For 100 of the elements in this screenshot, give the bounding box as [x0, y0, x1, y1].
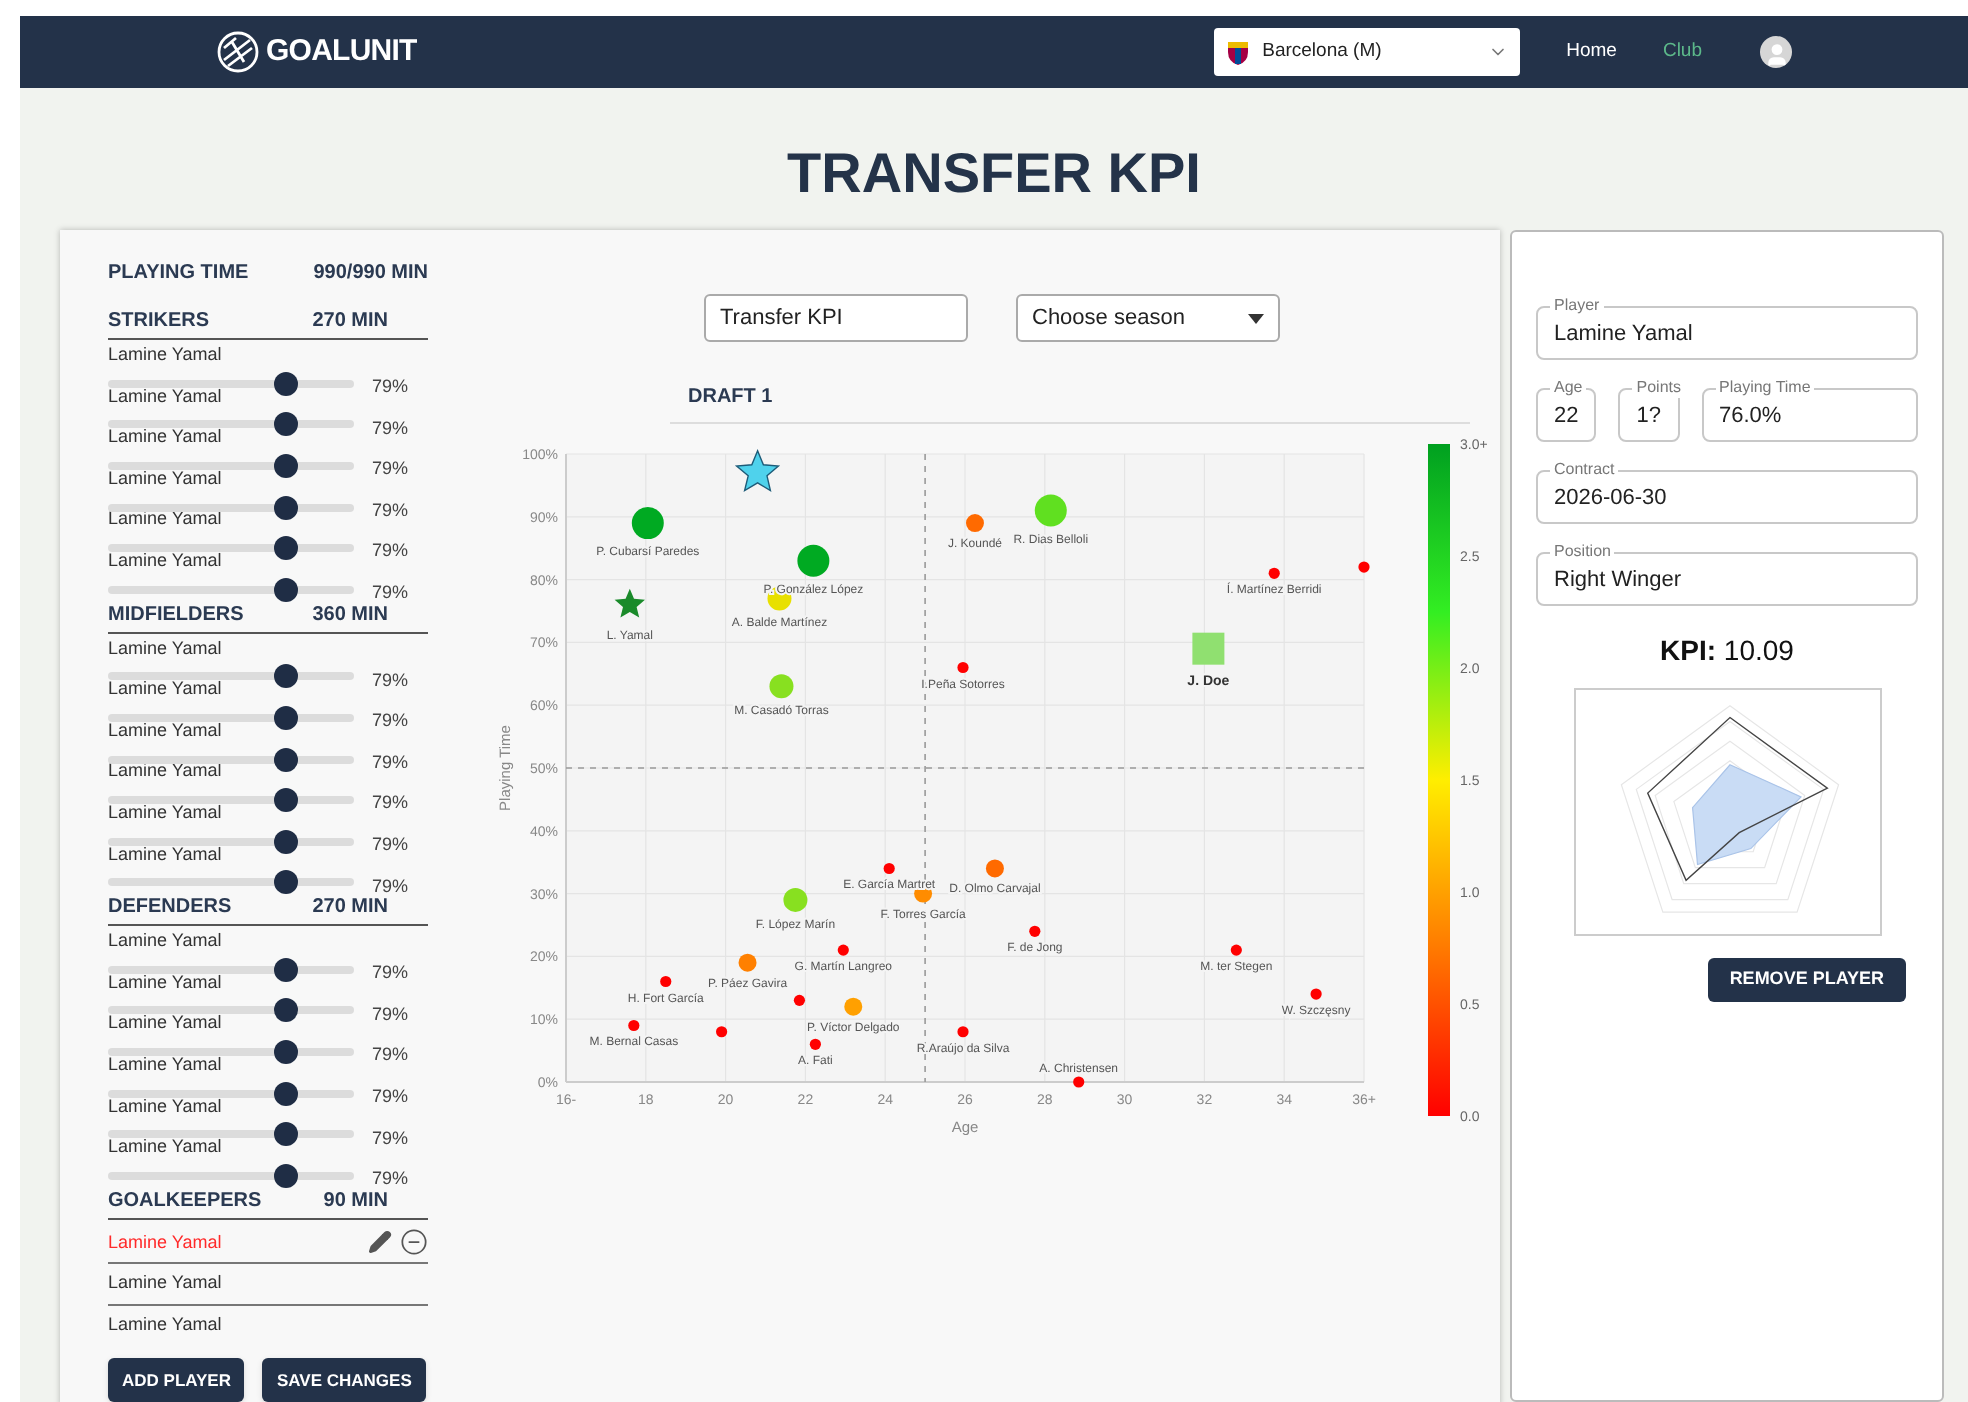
group-title: STRIKERS — [108, 308, 210, 336]
data-point[interactable] — [1268, 567, 1280, 579]
slider-thumb[interactable] — [273, 747, 298, 771]
goalkeeper-row[interactable]: Lamine Yamal — [108, 1305, 428, 1347]
slider-thumb[interactable] — [273, 371, 298, 396]
data-point[interactable] — [660, 975, 672, 988]
data-point[interactable] — [957, 1026, 969, 1038]
player-name: Lamine Yamal — [108, 930, 222, 953]
data-point[interactable] — [716, 1026, 728, 1038]
name-field[interactable]: Transfer KPI — [704, 294, 968, 342]
data-point[interactable] — [793, 994, 805, 1006]
data-point[interactable] — [883, 862, 895, 875]
percent-value: 79% — [372, 415, 409, 442]
goalkeeper-row[interactable]: Lamine Yamal — [108, 1264, 428, 1306]
group-title: GOALKEEPERS — [108, 1187, 262, 1216]
slider-thumb[interactable] — [273, 1040, 298, 1065]
player-name: Lamine Yamal — [108, 843, 222, 866]
ball-logo-icon — [216, 30, 260, 74]
square-marker[interactable] — [1192, 632, 1225, 665]
slider-thumb[interactable] — [273, 788, 298, 813]
remove-player-button[interactable]: REMOVE PLAYER — [1707, 958, 1906, 1002]
data-point[interactable] — [966, 514, 984, 533]
goalkeeper-row[interactable]: Lamine Yamal — [108, 1223, 428, 1265]
slider-thumb[interactable] — [273, 664, 298, 689]
data-point[interactable] — [985, 859, 1004, 878]
player-name: Lamine Yamal — [108, 719, 222, 742]
percent-value: 79% — [372, 1001, 409, 1028]
season-select[interactable]: Choose season — [1016, 294, 1280, 342]
team-select[interactable]: Barcelona (M) — [1214, 28, 1521, 76]
group-title: MIDFIELDERS — [108, 601, 244, 630]
data-point[interactable] — [1358, 561, 1370, 573]
user-avatar-icon[interactable] — [1760, 36, 1792, 68]
field-label: Contract — [1550, 460, 1619, 480]
minus-circle-icon[interactable] — [400, 1228, 428, 1257]
nav-link[interactable]: Home — [1566, 37, 1617, 67]
percent-value: 79% — [372, 456, 409, 483]
player-name: Lamine Yamal — [108, 1270, 222, 1297]
data-point[interactable] — [631, 507, 664, 540]
dropdown-caret-icon — [1248, 313, 1264, 323]
player-name: Lamine Yamal — [108, 1136, 222, 1159]
action-button[interactable]: SAVE CHANGES — [262, 1358, 426, 1402]
field-value: 22 — [1554, 402, 1579, 433]
star-marker[interactable] — [734, 448, 781, 493]
slider-thumb[interactable] — [273, 957, 298, 982]
percent-value: 79% — [372, 1166, 409, 1192]
slider-thumb[interactable] — [273, 412, 298, 437]
player-name: Lamine Yamal — [108, 801, 222, 824]
player-name: Lamine Yamal — [108, 385, 222, 408]
player-name: Lamine Yamal — [108, 1095, 222, 1117]
data-point[interactable] — [1230, 944, 1242, 956]
slider-thumb[interactable] — [273, 1122, 298, 1147]
field-label: Position — [1550, 542, 1615, 562]
data-point[interactable] — [957, 661, 969, 674]
field-value: 1? — [1636, 402, 1661, 433]
crest-icon — [1226, 39, 1251, 65]
player-name: Lamine Yamal — [108, 1229, 222, 1256]
data-point[interactable] — [1310, 988, 1322, 1000]
player-name: Lamine Yamal — [108, 1312, 222, 1339]
percent-value: 79% — [372, 374, 409, 400]
slider-thumb[interactable] — [273, 495, 298, 520]
data-point[interactable] — [837, 944, 849, 956]
player-name: Lamine Yamal — [108, 467, 222, 490]
action-button[interactable]: ADD PLAYER — [108, 1358, 245, 1402]
field-label: Points — [1632, 378, 1685, 398]
player-name: Lamine Yamal — [108, 760, 222, 783]
slider-thumb[interactable] — [273, 1163, 298, 1188]
percent-value: 79% — [372, 873, 409, 898]
slider-thumb[interactable] — [273, 453, 298, 478]
group-minutes: 360 MIN — [312, 601, 388, 630]
slider-thumb[interactable] — [273, 536, 298, 561]
player-name: Lamine Yamal — [108, 508, 222, 531]
page-title: TRANSFER KPI — [785, 140, 1203, 208]
slider-thumb[interactable] — [273, 998, 298, 1023]
player-name: Lamine Yamal — [108, 637, 222, 660]
star-marker[interactable] — [614, 588, 645, 618]
data-point[interactable] — [797, 544, 830, 577]
player-name: Lamine Yamal — [108, 971, 222, 994]
player-name: Lamine Yamal — [108, 678, 222, 701]
nav-link[interactable]: Club — [1662, 37, 1702, 67]
data-point[interactable] — [1029, 925, 1041, 937]
percent-value: 79% — [372, 708, 409, 735]
draft-title: DRAFT 1 — [688, 386, 773, 408]
slider-thumb[interactable] — [273, 829, 298, 854]
slider-thumb[interactable] — [273, 577, 298, 602]
player-name: Lamine Yamal — [108, 1012, 222, 1035]
slider-thumb[interactable] — [273, 705, 298, 730]
player-name: Lamine Yamal — [108, 344, 222, 366]
slider-thumb[interactable] — [273, 1081, 298, 1106]
percent-value: 79% — [372, 790, 409, 817]
data-point[interactable] — [1073, 1076, 1085, 1088]
slider-thumb[interactable] — [273, 870, 298, 895]
data-point[interactable] — [809, 1038, 821, 1050]
player-name: Lamine Yamal — [108, 549, 222, 572]
pencil-icon[interactable] — [368, 1230, 392, 1255]
group-minutes: 270 MIN — [312, 894, 388, 923]
field-value: Right Winger — [1554, 566, 1682, 597]
field-value: Lamine Yamal — [1554, 320, 1693, 351]
field-label: Player — [1550, 296, 1604, 316]
data-point[interactable] — [628, 1019, 640, 1032]
field-label: Playing Time — [1715, 378, 1815, 398]
